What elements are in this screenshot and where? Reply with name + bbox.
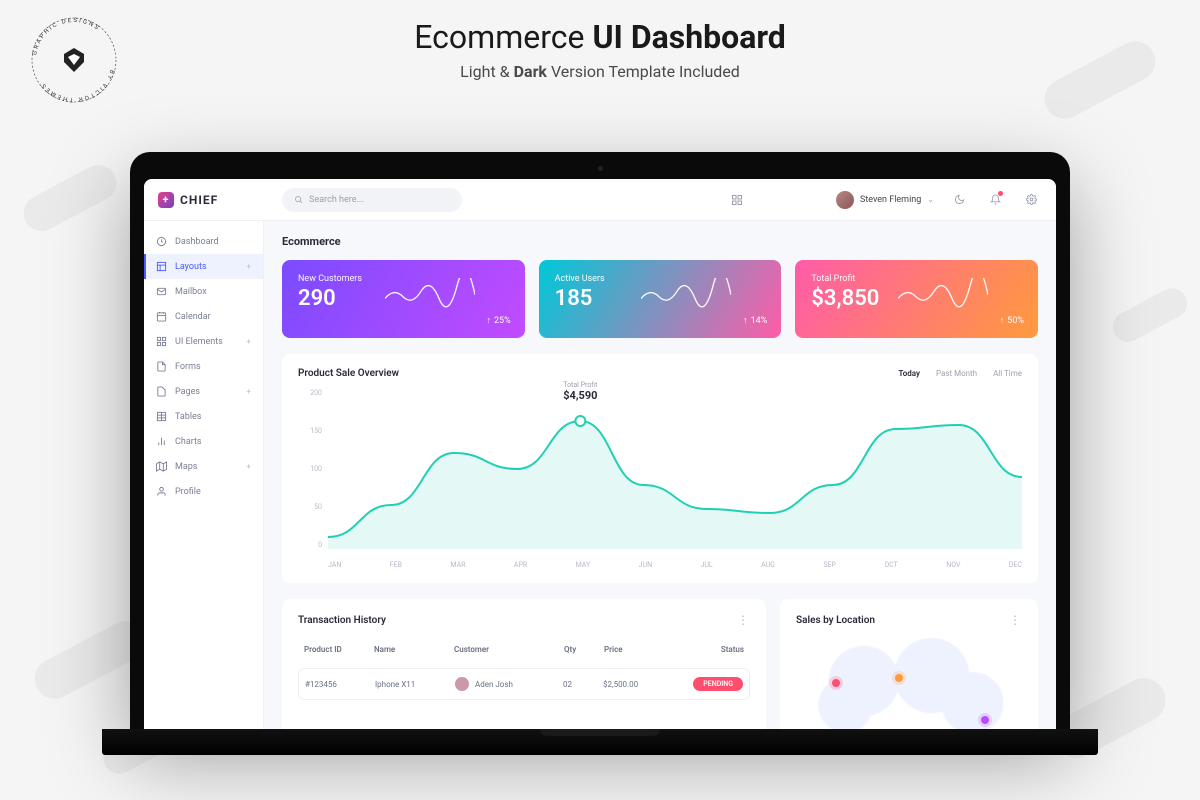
expand-icon: +: [246, 462, 251, 471]
avatar: [836, 191, 854, 209]
hero-title-a: Ecommerce: [414, 18, 584, 56]
ui-elements-icon: [156, 336, 167, 347]
brand-logo[interactable]: CHIEF: [158, 192, 218, 208]
user-name: Steven Fleming: [860, 195, 921, 205]
sparkline-icon: [898, 278, 988, 310]
table-row[interactable]: #123456Iphone X11Aden Josh02$2,500.00PEN…: [298, 668, 750, 700]
hero-title-b: UI Dashboard: [592, 18, 785, 56]
expand-icon: +: [246, 387, 251, 396]
status-badge: PENDING: [693, 677, 743, 691]
dashboard-icon: [156, 236, 167, 247]
profile-icon: [156, 486, 167, 497]
moon-icon[interactable]: [948, 189, 970, 211]
more-icon[interactable]: ⋮: [737, 613, 750, 627]
sidebar-item-label: Calendar: [175, 312, 211, 322]
sidebar-item-layouts[interactable]: Layouts +: [144, 254, 263, 279]
stat-delta: ↑50%: [1000, 315, 1024, 326]
stat-card-total-profit[interactable]: Total Profit$3,850↑50%: [795, 260, 1038, 338]
table-header: Product ID Name Customer Qty Price Statu…: [298, 637, 750, 662]
bell-icon[interactable]: [984, 189, 1006, 211]
sidebar-item-label: Tables: [175, 412, 201, 422]
stat-card-new-customers[interactable]: New Customers290↑25%: [282, 260, 525, 338]
arrow-up-icon: ↑: [1000, 315, 1005, 326]
main-content: Ecommerce New Customers290↑25%Active Use…: [264, 221, 1056, 729]
sidebar-item-calendar[interactable]: Calendar: [144, 304, 263, 329]
sidebar-item-label: Pages: [175, 387, 200, 397]
stat-cards: New Customers290↑25%Active Users185↑14%T…: [282, 260, 1038, 338]
hero-title: Ecommerce UI Dashboard Light & Dark Vers…: [0, 18, 1200, 81]
arrow-up-icon: ↑: [743, 315, 748, 326]
sidebar-item-mailbox[interactable]: Mailbox: [144, 279, 263, 304]
sidebar: Dashboard Layouts + Mailbox Calendar UI Eleme…: [144, 221, 264, 729]
sidebar-item-maps[interactable]: Maps +: [144, 454, 263, 479]
sidebar-item-label: Profile: [175, 487, 201, 497]
avatar: [455, 677, 469, 691]
overview-title: Product Sale Overview: [298, 368, 399, 379]
sidebar-item-label: Charts: [175, 437, 202, 447]
forms-icon: [156, 361, 167, 372]
page-title: Ecommerce: [282, 235, 1038, 248]
stat-card-active-users[interactable]: Active Users185↑14%: [539, 260, 782, 338]
calendar-icon: [156, 311, 167, 322]
chevron-down-icon: ⌄: [927, 195, 934, 204]
sidebar-item-label: Layouts: [175, 262, 207, 272]
tables-icon: [156, 411, 167, 422]
laptop-mockup: CHIEF Search here... Steven Fleming ⌄: [130, 152, 1070, 755]
sales-location-title: Sales by Location: [796, 615, 875, 626]
maps-icon: [156, 461, 167, 472]
tab-today[interactable]: Today: [898, 369, 920, 378]
sidebar-item-ui-elements[interactable]: UI Elements +: [144, 329, 263, 354]
topbar: CHIEF Search here... Steven Fleming ⌄: [144, 179, 1056, 221]
mailbox-icon: [156, 286, 167, 297]
sidebar-item-charts[interactable]: Charts: [144, 429, 263, 454]
user-menu[interactable]: Steven Fleming ⌄: [836, 191, 934, 209]
pages-icon: [156, 386, 167, 397]
stat-delta: ↑25%: [486, 315, 510, 326]
sidebar-item-label: Forms: [175, 362, 201, 372]
logo-mark-icon: [158, 192, 174, 208]
chart-tooltip: Total Profit $4,590: [563, 381, 597, 402]
sidebar-item-label: UI Elements: [175, 337, 223, 347]
overview-card: Product Sale Overview Today Past Month All…: [282, 354, 1038, 583]
app-screen: CHIEF Search here... Steven Fleming ⌄: [144, 179, 1056, 729]
grid-apps-icon[interactable]: [726, 189, 748, 211]
camera-dot: [598, 166, 603, 171]
search-icon: [294, 195, 303, 204]
expand-icon: +: [246, 262, 251, 271]
map-pin[interactable]: [981, 716, 989, 724]
sidebar-item-profile[interactable]: Profile: [144, 479, 263, 504]
stat-delta: ↑14%: [743, 315, 767, 326]
sidebar-item-forms[interactable]: Forms: [144, 354, 263, 379]
layouts-icon: [156, 261, 167, 272]
laptop-base: [102, 729, 1098, 755]
arrow-up-icon: ↑: [486, 315, 491, 326]
sidebar-item-tables[interactable]: Tables: [144, 404, 263, 429]
transactions-card: Transaction History ⋮ Product ID Name Cu…: [282, 599, 766, 729]
map-pin[interactable]: [895, 674, 903, 682]
map-pin[interactable]: [832, 679, 840, 687]
search-placeholder: Search here...: [309, 195, 363, 205]
tab-past-month[interactable]: Past Month: [936, 369, 977, 378]
gear-icon[interactable]: [1020, 189, 1042, 211]
brand-name: CHIEF: [180, 193, 218, 207]
sales-chart: 200150100500 Total Profit $4,590 JANFEBM…: [298, 389, 1022, 569]
sales-location-card: Sales by Location ⋮: [780, 599, 1038, 729]
sparkline-icon: [385, 278, 475, 310]
search-input[interactable]: Search here...: [282, 188, 462, 212]
tab-all-time[interactable]: All Time: [993, 369, 1022, 378]
transactions-title: Transaction History: [298, 615, 386, 626]
sidebar-item-label: Mailbox: [175, 287, 207, 297]
world-map: [796, 637, 1022, 729]
charts-icon: [156, 436, 167, 447]
sidebar-item-label: Dashboard: [175, 237, 219, 247]
sparkline-icon: [641, 278, 731, 310]
overview-tabs: Today Past Month All Time: [898, 369, 1022, 378]
sidebar-item-pages[interactable]: Pages +: [144, 379, 263, 404]
sidebar-item-dashboard[interactable]: Dashboard: [144, 229, 263, 254]
expand-icon: +: [246, 337, 251, 346]
more-icon[interactable]: ⋮: [1009, 613, 1022, 627]
sidebar-item-label: Maps: [175, 462, 197, 472]
